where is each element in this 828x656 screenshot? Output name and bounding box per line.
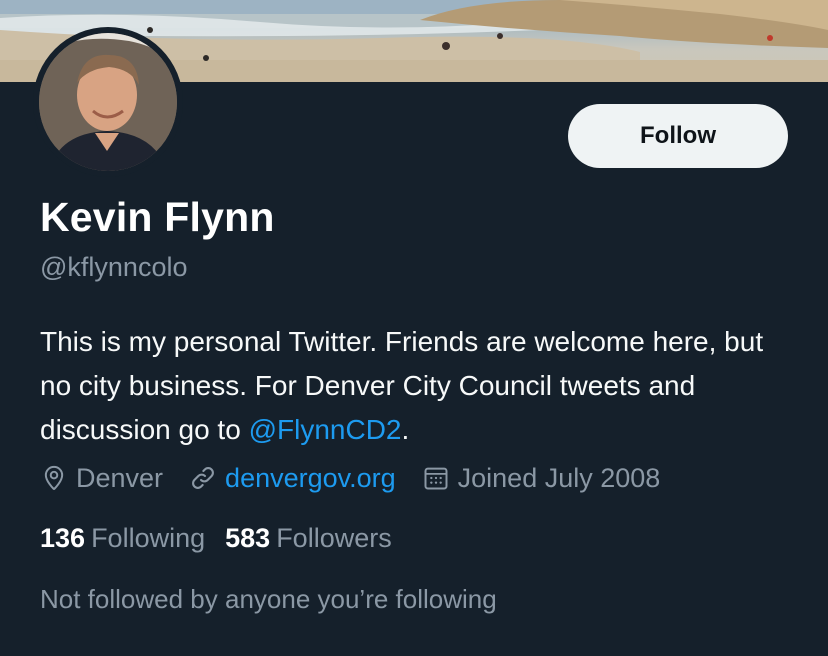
bio-mention-link[interactable]: @FlynnCD2 bbox=[249, 414, 402, 445]
follow-button[interactable]: Follow bbox=[568, 104, 788, 168]
not-followed-note: Not followed by anyone you’re following bbox=[40, 584, 497, 614]
profile-meta: Denver denvergov.org Joined July 2008 bbox=[40, 458, 686, 498]
location-pin-icon bbox=[44, 465, 64, 490]
joined-label: Joined July 2008 bbox=[457, 462, 661, 493]
followers-count: 583 bbox=[225, 522, 271, 553]
joined-item: Joined July 2008 bbox=[422, 462, 661, 494]
link-icon bbox=[192, 467, 214, 489]
following-link[interactable]: 136 Following bbox=[40, 523, 205, 554]
calendar-icon bbox=[424, 467, 448, 490]
avatar-container[interactable] bbox=[33, 27, 183, 177]
bio-end: . bbox=[401, 414, 410, 445]
profile-name: Kevin Flynn bbox=[40, 194, 275, 240]
avatar-photo bbox=[39, 33, 177, 171]
website-link[interactable]: denvergov.org bbox=[225, 463, 396, 494]
profile-stats: 136 Following 583 Followers bbox=[40, 518, 412, 558]
following-count: 136 bbox=[40, 522, 86, 553]
profile-handle: @kflynncolo bbox=[40, 252, 188, 282]
location-item: Denver bbox=[40, 463, 163, 494]
profile-bio: This is my personal Twitter. Friends are… bbox=[40, 320, 800, 452]
website-item: denvergov.org bbox=[189, 463, 396, 494]
avatar bbox=[39, 33, 177, 171]
location-label: Denver bbox=[76, 462, 164, 493]
followers-link[interactable]: 583 Followers bbox=[225, 523, 392, 554]
following-label: Following bbox=[91, 522, 206, 553]
followers-label: Followers bbox=[276, 522, 392, 553]
